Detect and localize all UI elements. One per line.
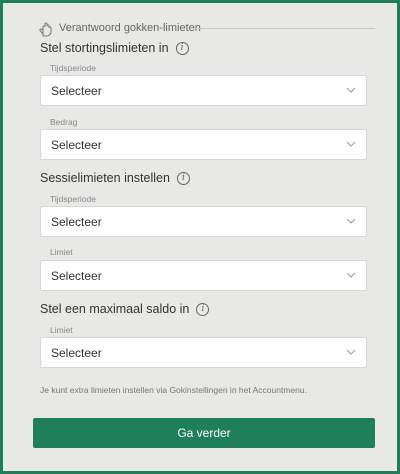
session-limit-label: Limiet — [50, 247, 73, 257]
session-limit-value: Selecteer — [51, 269, 102, 283]
info-icon[interactable]: i — [176, 171, 190, 185]
section-header: Verantwoord gokken-limieten — [35, 19, 375, 39]
hand-icon — [39, 22, 52, 37]
max-balance-title: Stel een maximaal saldo in i — [40, 302, 210, 316]
deposit-amount-select[interactable]: Selecteer — [40, 129, 367, 160]
section-header-title: Verantwoord gokken-limieten — [59, 22, 201, 34]
info-icon[interactable]: i — [196, 302, 210, 316]
deposit-limits-title-text: Stel stortingslimieten in — [40, 41, 169, 55]
continue-button[interactable]: Ga verder — [33, 418, 375, 448]
session-limits-title: Sessielimieten instellen i — [40, 171, 190, 185]
session-limit-select[interactable]: Selecteer — [40, 260, 367, 291]
chevron-down-icon — [346, 349, 356, 355]
chevron-down-icon — [346, 87, 356, 93]
chevron-down-icon — [346, 218, 356, 224]
deposit-limits-title: Stel stortingslimieten in i — [40, 41, 189, 55]
session-limits-title-text: Sessielimieten instellen — [40, 171, 170, 185]
deposit-amount-value: Selecteer — [51, 138, 102, 152]
max-balance-title-text: Stel een maximaal saldo in — [40, 302, 190, 316]
deposit-amount-label: Bedrag — [50, 117, 78, 127]
deposit-period-value: Selecteer — [51, 84, 102, 98]
divider — [190, 28, 375, 29]
session-period-value: Selecteer — [51, 215, 102, 229]
info-note: Je kunt extra limieten instellen via Gok… — [40, 385, 307, 395]
session-period-label: Tijdsperiode — [50, 194, 96, 204]
info-icon[interactable]: i — [175, 41, 189, 55]
chevron-down-icon — [346, 272, 356, 278]
chevron-down-icon — [346, 141, 356, 147]
deposit-period-select[interactable]: Selecteer — [40, 75, 367, 106]
deposit-period-label: Tijdsperiode — [50, 63, 96, 73]
limits-panel: Verantwoord gokken-limieten Stel stortin… — [0, 0, 400, 474]
balance-limit-value: Selecteer — [51, 346, 102, 360]
session-period-select[interactable]: Selecteer — [40, 206, 367, 237]
balance-limit-label: Limiet — [50, 325, 73, 335]
balance-limit-select[interactable]: Selecteer — [40, 337, 367, 368]
